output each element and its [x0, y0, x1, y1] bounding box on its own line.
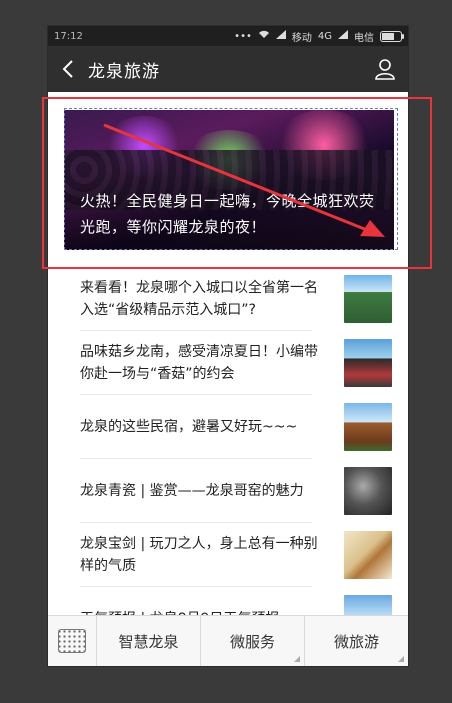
dots-icon: •••: [234, 30, 252, 42]
network-type: 4G: [317, 30, 332, 42]
carrier-label-2: 电信: [354, 32, 374, 44]
highlight-box: [42, 97, 432, 269]
list-item[interactable]: 龙泉的这些民宿，避暑又好玩~~~: [48, 395, 408, 459]
article-thumbnail: [344, 403, 392, 451]
status-time: 17:12: [54, 30, 83, 42]
article-thumbnail: [344, 531, 392, 579]
keyboard-icon: [58, 629, 86, 653]
submenu-indicator-icon: [398, 656, 404, 662]
menu-tab-micro-travel[interactable]: 微旅游: [305, 616, 408, 666]
article-title: 来看看！龙泉哪个入城口以全省第一名入选“省级精品示范入城口”?: [80, 280, 318, 318]
list-item[interactable]: 品味菇乡龙南，感受清凉夏日！小编带你赴一场与“香菇”的约会: [48, 331, 408, 395]
article-title: 龙泉青瓷 | 鉴赏——龙泉哥窑的魅力: [80, 483, 304, 499]
article-thumbnail: [344, 339, 392, 387]
chevron-left-icon: [62, 60, 73, 78]
page-title: 龙泉旅游: [88, 61, 160, 82]
article-title: 龙泉宝剑 | 玩刀之人，身上总有一种别样的气质: [80, 536, 318, 574]
keyboard-toggle-button[interactable]: [48, 616, 97, 666]
wifi-icon: [258, 30, 270, 42]
back-button[interactable]: [48, 46, 88, 92]
signal-icon: [338, 30, 348, 42]
list-item[interactable]: 龙泉青瓷 | 鉴赏——龙泉哥窑的魅力: [48, 459, 408, 523]
article-thumbnail: [344, 275, 392, 323]
menu-tab-smart-longquan[interactable]: 智慧龙泉: [97, 616, 201, 666]
submenu-indicator-icon: [294, 656, 300, 662]
nav-bar: 龙泉旅游: [48, 46, 408, 92]
menu-tab-micro-service[interactable]: 微服务: [201, 616, 305, 666]
carrier-label-1: 移动: [291, 32, 312, 44]
status-bar: 17:12 ••• 移动 4G 电信: [48, 26, 408, 46]
person-icon: [375, 59, 395, 80]
article-list: 来看看！龙泉哪个入城口以全省第一名入选“省级精品示范入城口”? 品味菇乡龙南，感…: [48, 267, 408, 616]
profile-button[interactable]: [362, 46, 408, 92]
article-title: 品味菇乡龙南，感受清凉夏日！小编带你赴一场与“香菇”的约会: [80, 344, 318, 382]
article-thumbnail: [344, 467, 392, 515]
list-item[interactable]: 来看看！龙泉哪个入城口以全省第一名入选“省级精品示范入城口”?: [48, 267, 408, 331]
signal-icon: [275, 30, 286, 42]
battery-icon: [380, 30, 404, 42]
article-title: 龙泉的这些民宿，避暑又好玩~~~: [80, 419, 298, 435]
article-thumbnail: [344, 595, 392, 616]
list-item[interactable]: 天气预报 | 龙泉8月9日天气预报: [48, 587, 408, 616]
bottom-menu-bar: 智慧龙泉 微服务 微旅游: [48, 615, 408, 666]
list-item[interactable]: 龙泉宝剑 | 玩刀之人，身上总有一种别样的气质: [48, 523, 408, 587]
